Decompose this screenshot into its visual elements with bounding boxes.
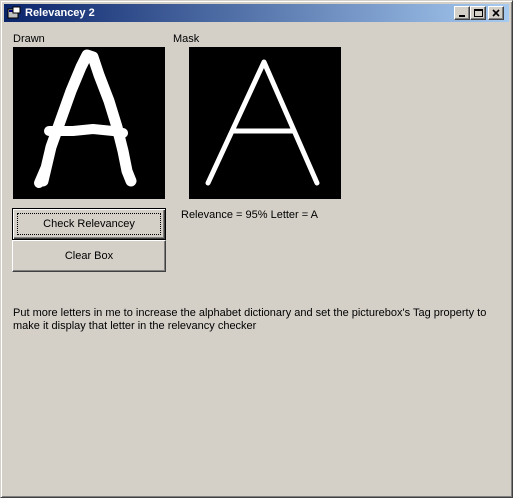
maximize-icon [474,9,483,17]
mask-picturebox[interactable] [189,47,341,199]
drawn-letter-drawing [34,49,137,188]
close-icon [492,9,500,17]
mask-letter-drawing [205,59,320,186]
close-button[interactable] [488,6,504,20]
drawn-picturebox[interactable] [13,47,165,199]
clear-box-label: Clear Box [64,250,114,262]
clear-box-button[interactable]: Clear Box [12,240,166,272]
drawn-label: Drawn [13,33,45,45]
main-window: Relevancey 2 Drawn Mask Relevance = 95% … [0,0,513,498]
app-icon[interactable] [7,6,21,20]
minimize-button[interactable] [454,6,470,20]
instruction-text: Put more letters in me to increase the a… [13,307,487,332]
check-relevancy-label: Check Relevancey [43,218,135,230]
relevance-result: Relevance = 95% Letter = A [181,209,318,221]
check-relevancy-button[interactable]: Check Relevancey [12,208,166,240]
minimize-icon [459,15,465,17]
maximize-button[interactable] [470,6,486,20]
title-bar[interactable]: Relevancey 2 [4,4,509,22]
mask-label: Mask [173,33,200,45]
window-title: Relevancey 2 [25,7,95,19]
